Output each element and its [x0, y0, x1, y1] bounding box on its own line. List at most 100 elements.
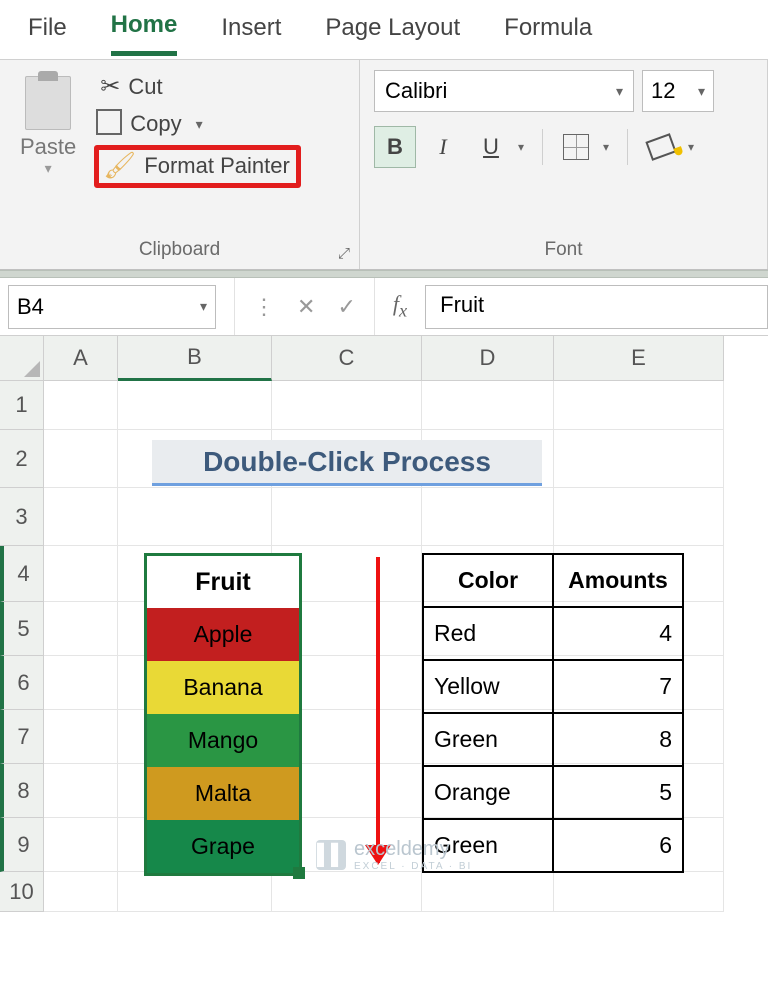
group-font-title: Font	[374, 239, 753, 265]
watermark: ▌▌ exceldemy EXCEL · DATA · BI	[316, 838, 472, 872]
separator	[542, 129, 543, 165]
row-header-7[interactable]: 7	[0, 710, 44, 764]
paste-label: Paste	[20, 134, 76, 160]
brush-icon: 🖌	[103, 150, 136, 181]
tab-home[interactable]: Home	[111, 11, 178, 56]
border-icon	[563, 134, 589, 160]
arrow-annotation	[376, 557, 380, 863]
color-cell[interactable]: Green	[423, 713, 553, 766]
cut-button[interactable]: ✂ Cut	[94, 70, 301, 103]
format-painter-button[interactable]: 🖌 Format Painter	[94, 145, 301, 188]
group-font: Calibri ▾ 12 ▾ B I U ▾ ▾ ▾	[360, 60, 768, 269]
row-header-8[interactable]: 8	[0, 764, 44, 818]
amount-cell[interactable]: 7	[553, 660, 683, 713]
copy-icon	[100, 113, 122, 135]
color-amount-table: Color Amounts Red4 Yellow7 Green8 Orange…	[422, 553, 684, 873]
col-header-D[interactable]: D	[422, 336, 554, 381]
color-cell[interactable]: Red	[423, 607, 553, 660]
fruit-header: Fruit	[147, 556, 299, 608]
format-painter-label: Format Painter	[144, 153, 290, 179]
col-header-C[interactable]: C	[272, 336, 422, 381]
fruit-table-selection[interactable]: Fruit Apple Banana Mango Malta Grape	[144, 553, 302, 876]
fruit-cell: Banana	[147, 661, 299, 714]
fruit-cell: Apple	[147, 608, 299, 661]
amount-cell[interactable]: 5	[553, 766, 683, 819]
chevron-down-icon[interactable]: ▾	[698, 83, 705, 100]
more-icon[interactable]: ⋮	[253, 294, 275, 320]
tab-formulas[interactable]: Formula	[504, 14, 592, 54]
color-cell[interactable]: Yellow	[423, 660, 553, 713]
watermark-icon: ▌▌	[316, 840, 346, 870]
amount-header: Amounts	[553, 554, 683, 607]
copy-button[interactable]: Copy ▾	[94, 109, 301, 139]
row-headers: 1 2 3 4 5 6 7 8 9 10	[0, 381, 44, 912]
cells-area[interactable]: Double-Click Process Fruit Apple Banana …	[44, 381, 768, 912]
ribbon: Paste ▾ ✂ Cut Copy ▾ 🖌 Format Painter	[0, 60, 768, 270]
name-box[interactable]: B4 ▾	[8, 285, 216, 329]
select-all-button[interactable]	[0, 336, 44, 381]
italic-button[interactable]: I	[422, 126, 464, 168]
fx-icon[interactable]: fx	[375, 291, 425, 321]
chevron-down-icon[interactable]: ▾	[196, 116, 203, 133]
chevron-down-icon[interactable]: ▾	[512, 126, 530, 168]
separator	[627, 129, 628, 165]
fill-color-button[interactable]	[640, 126, 682, 168]
paste-icon	[25, 76, 71, 130]
tab-page-layout[interactable]: Page Layout	[325, 14, 460, 54]
amount-cell[interactable]: 4	[553, 607, 683, 660]
scissors-icon: ✂	[100, 72, 120, 101]
borders-button[interactable]	[555, 126, 597, 168]
row-header-3[interactable]: 3	[0, 488, 44, 546]
chevron-down-icon[interactable]: ▾	[200, 298, 207, 315]
chevron-down-icon[interactable]: ▾	[682, 126, 700, 168]
row-header-9[interactable]: 9	[0, 818, 44, 872]
column-header-row: A B C D E	[0, 336, 768, 381]
font-size-value: 12	[651, 78, 675, 104]
font-name-select[interactable]: Calibri ▾	[374, 70, 634, 112]
col-header-B[interactable]: B	[118, 336, 272, 381]
fill-icon	[645, 133, 676, 161]
name-box-value: B4	[17, 294, 44, 320]
cancel-icon[interactable]: ✕	[297, 294, 315, 320]
underline-button[interactable]: U	[470, 126, 512, 168]
fill-handle[interactable]	[293, 867, 305, 879]
enter-icon[interactable]: ✓	[337, 294, 355, 320]
fruit-cell: Malta	[147, 767, 299, 820]
amount-cell[interactable]: 8	[553, 713, 683, 766]
col-header-A[interactable]: A	[44, 336, 118, 381]
chevron-down-icon[interactable]: ▾	[45, 160, 52, 177]
amount-cell[interactable]: 6	[553, 819, 683, 872]
color-header: Color	[423, 554, 553, 607]
bold-button[interactable]: B	[374, 126, 416, 168]
divider	[0, 270, 768, 278]
group-clipboard: Paste ▾ ✂ Cut Copy ▾ 🖌 Format Painter	[0, 60, 360, 269]
grid: 1 2 3 4 5 6 7 8 9 10 Double-Click Proces…	[0, 381, 768, 912]
sheet-title: Double-Click Process	[152, 440, 542, 486]
watermark-sub: EXCEL · DATA · BI	[354, 861, 472, 872]
row-header-6[interactable]: 6	[0, 656, 44, 710]
font-name-value: Calibri	[385, 78, 447, 104]
formula-bar: B4 ▾ ⋮ ✕ ✓ fx Fruit	[0, 278, 768, 336]
watermark-brand: exceldemy	[354, 838, 472, 861]
tab-insert[interactable]: Insert	[221, 14, 281, 54]
clipboard-launcher-icon[interactable]: ⤢	[335, 245, 353, 263]
fruit-cell: Grape	[147, 820, 299, 873]
row-header-1[interactable]: 1	[0, 381, 44, 430]
row-header-2[interactable]: 2	[0, 430, 44, 488]
row-header-5[interactable]: 5	[0, 602, 44, 656]
chevron-down-icon[interactable]: ▾	[616, 83, 623, 100]
formula-input[interactable]: Fruit	[425, 285, 768, 329]
tab-file[interactable]: File	[28, 14, 67, 54]
fruit-cell: Mango	[147, 714, 299, 767]
row-header-4[interactable]: 4	[0, 546, 44, 602]
cut-label: Cut	[128, 74, 162, 100]
chevron-down-icon[interactable]: ▾	[597, 126, 615, 168]
row-header-10[interactable]: 10	[0, 872, 44, 912]
formula-controls: ⋮ ✕ ✓	[234, 278, 375, 335]
color-cell[interactable]: Orange	[423, 766, 553, 819]
copy-label: Copy	[130, 111, 181, 137]
font-size-select[interactable]: 12 ▾	[642, 70, 714, 112]
paste-button[interactable]: Paste ▾	[14, 70, 82, 188]
col-header-E[interactable]: E	[554, 336, 724, 381]
ribbon-tabs: File Home Insert Page Layout Formula	[0, 0, 768, 60]
